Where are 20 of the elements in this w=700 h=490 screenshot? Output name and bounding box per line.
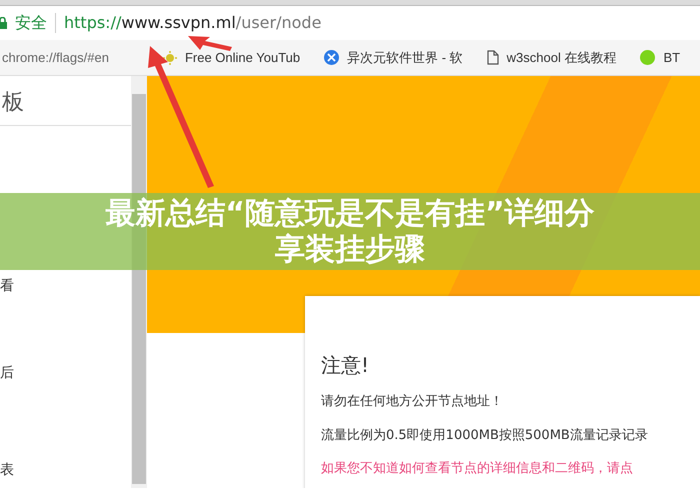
bookmark-link[interactable]: 异次元软件世界 - 软 <box>324 48 463 68</box>
sidebar-item[interactable]: 看 <box>0 276 131 297</box>
page-icon <box>486 50 499 65</box>
dot-icon <box>640 50 656 65</box>
url-field[interactable]: https://www.ssvpn.ml/user/node <box>64 11 322 35</box>
sidebar-item[interactable]: 后 <box>0 363 131 384</box>
banner-title: 最新总结“随意玩是不是有挂”详细分享装挂步骤 <box>104 196 596 268</box>
security-label: 安全 <box>15 12 47 34</box>
bookmark-link[interactable]: w3school 在线教程 <box>486 48 616 68</box>
bookmark-link[interactable]: chrome://flags/#en <box>2 48 109 68</box>
notice-heading: 注意! <box>321 352 370 379</box>
lock-icon <box>0 17 7 29</box>
notice-text: 请勿在任何地方公开节点地址！ <box>321 393 504 411</box>
logo-icon <box>324 50 340 65</box>
notice-text: 如果您不知道如何查看节点的详细信息和二维码，请点 <box>321 460 634 478</box>
bookmark-link[interactable]: BT <box>640 48 680 68</box>
sidebar-item[interactable]: 表 <box>0 460 131 481</box>
bookmark-link[interactable]: Free Online YouTub <box>162 48 300 68</box>
sun-icon <box>162 50 177 64</box>
notice-text: 流量比例为0.5即使用1000MB按照500MB流量记录记录 <box>321 426 649 444</box>
